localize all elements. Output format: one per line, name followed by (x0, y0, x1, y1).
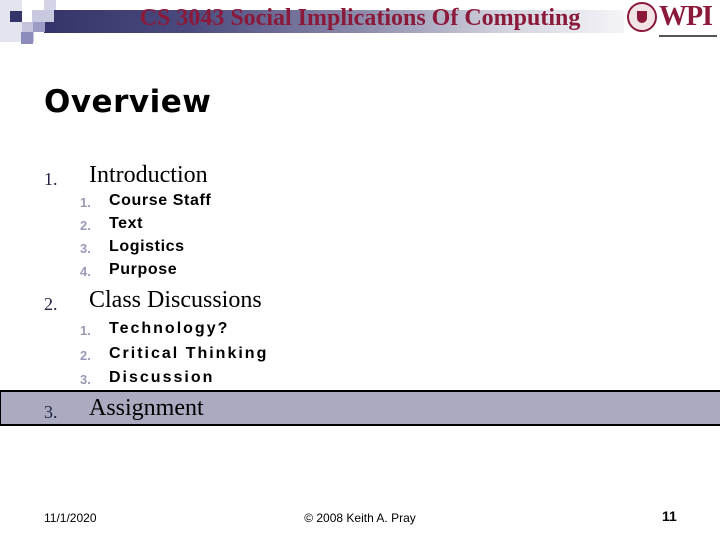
wpi-seal-icon (627, 2, 657, 32)
footer-copyright-text: © 2008 Keith A. Pray (304, 511, 416, 525)
item-label: Critical Thinking (109, 345, 269, 362)
outline-section-current: 3. Assignment (0, 395, 720, 423)
outline-section: 1. Introduction (0, 162, 720, 190)
item-number: 2. (80, 348, 91, 363)
section-number: 3. (44, 402, 58, 422)
footer-copyright: © 2008 Keith A. Pray (0, 511, 720, 525)
section-label: Introduction (89, 162, 208, 188)
course-title: CS 3043 Social Implications Of Computing (0, 5, 720, 32)
outline-item: 2. Critical Thinking (0, 345, 400, 367)
section-number: 1. (44, 169, 58, 189)
item-label: Purpose (109, 261, 178, 278)
decor-square (21, 32, 33, 44)
item-number: 4. (80, 264, 91, 279)
section-label: Assignment (89, 395, 204, 421)
item-number: 1. (80, 195, 91, 210)
item-label: Course Staff (109, 192, 212, 209)
item-number: 1. (80, 323, 91, 338)
outline-item: 3. Discussion (0, 369, 400, 391)
item-label: Discussion (109, 369, 215, 386)
outline-section: 2. Class Discussions (0, 287, 720, 315)
outline-item: 4. Purpose (0, 261, 400, 283)
outline-item: 1. Course Staff (0, 192, 400, 214)
item-number: 3. (80, 372, 91, 387)
outline-item: 3. Logistics (0, 238, 400, 260)
slide-title: Overview (44, 84, 212, 120)
page-number: 11 (662, 508, 677, 524)
item-label: Logistics (109, 238, 185, 255)
wpi-logo: WPI (627, 1, 717, 37)
item-number: 2. (80, 218, 91, 233)
outline-item: 1. Technology? (0, 320, 400, 342)
section-label: Class Discussions (89, 287, 262, 313)
outline-item: 2. Text (0, 215, 400, 237)
logo-underline (659, 35, 717, 37)
section-number: 2. (44, 294, 58, 314)
course-title-text: CS 3043 Social Implications Of Computing (139, 5, 581, 31)
item-label: Technology? (109, 320, 230, 337)
logo-text: WPI (659, 1, 713, 32)
item-label: Text (109, 215, 144, 232)
item-number: 3. (80, 241, 91, 256)
